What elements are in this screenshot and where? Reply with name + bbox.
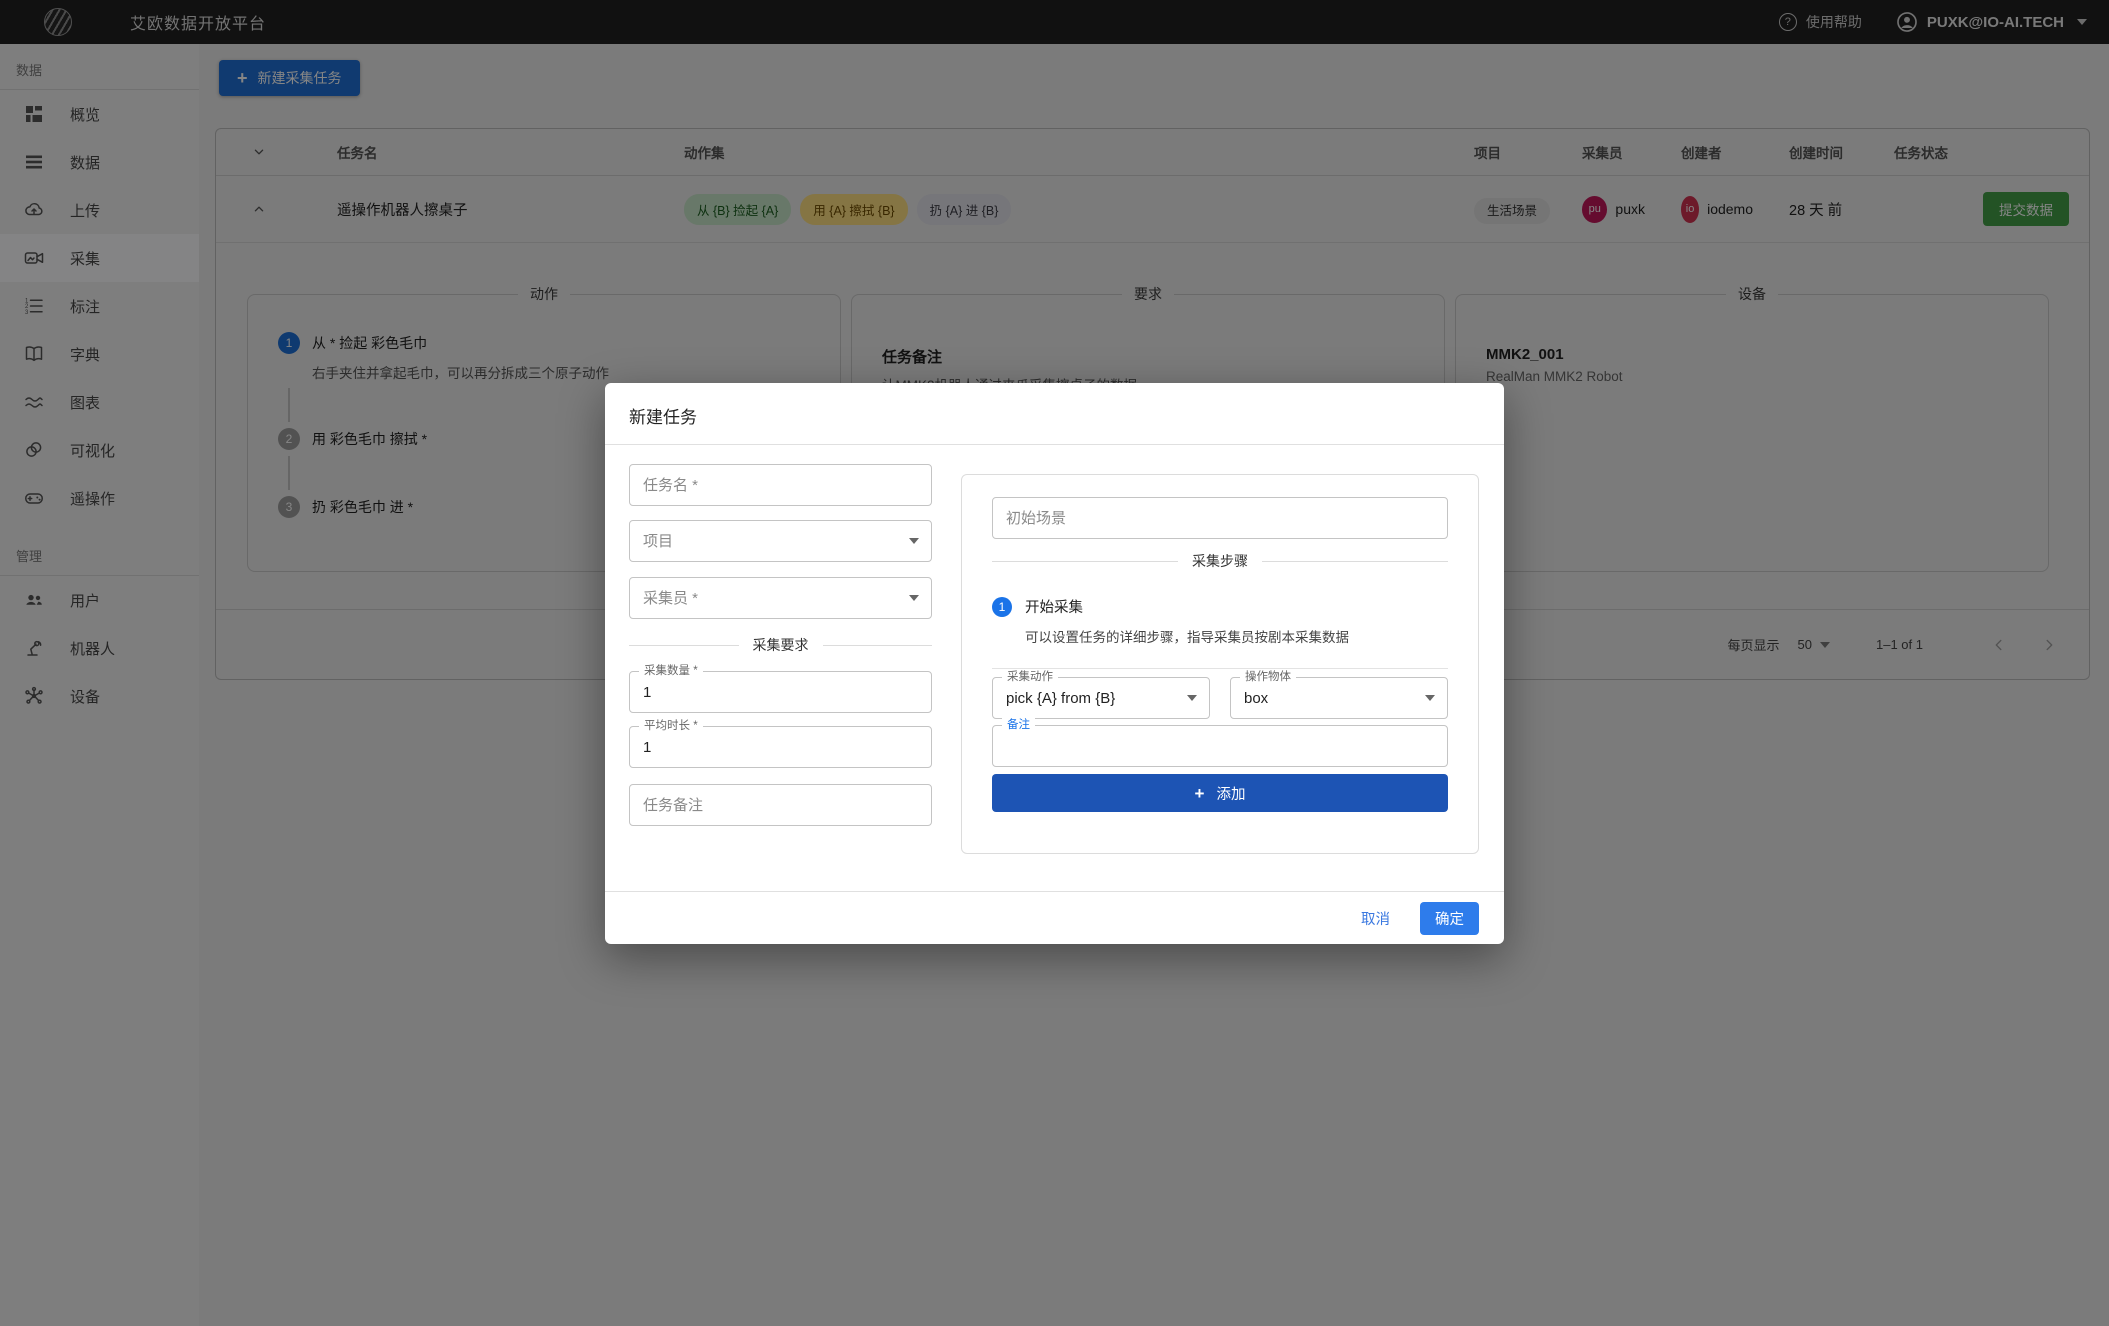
collect-action-label: 采集动作 — [1002, 670, 1058, 684]
step-number-badge: 1 — [992, 597, 1012, 617]
chevron-down-icon — [909, 538, 919, 544]
add-step-button[interactable]: + 添加 — [992, 774, 1448, 812]
target-object-label: 操作物体 — [1240, 670, 1296, 684]
collect-action-select[interactable]: 采集动作 — [992, 677, 1210, 719]
task-note-input[interactable] — [629, 784, 932, 826]
new-task-modal: 新建任务 采集要求 采集数量 * 平均时长 * — [605, 383, 1504, 944]
duration-label: 平均时长 * — [639, 719, 703, 733]
chevron-down-icon — [909, 595, 919, 601]
cancel-button[interactable]: 取消 — [1348, 901, 1403, 936]
modal-footer: 取消 确定 — [605, 891, 1504, 944]
divider — [992, 668, 1448, 669]
confirm-button[interactable]: 确定 — [1420, 902, 1479, 935]
initial-scene-input[interactable] — [992, 497, 1448, 539]
chevron-down-icon — [1425, 695, 1435, 701]
chevron-down-icon — [1187, 695, 1197, 701]
step-description: 可以设置任务的详细步骤，指导采集员按剧本采集数据 — [1025, 626, 1448, 646]
note-label: 备注 — [1002, 718, 1035, 732]
requirements-divider: 采集要求 — [629, 635, 932, 655]
target-object-select[interactable]: 操作物体 — [1230, 677, 1448, 719]
quantity-label: 采集数量 * — [639, 664, 703, 678]
task-name-input[interactable] — [629, 464, 932, 506]
modal-title: 新建任务 — [605, 383, 1504, 444]
collector-select[interactable] — [629, 577, 932, 619]
project-select-input[interactable] — [629, 520, 932, 562]
add-label: 添加 — [1216, 783, 1245, 804]
collect-steps-panel: 采集步骤 1 开始采集 可以设置任务的详细步骤，指导采集员按剧本采集数据 采集动… — [961, 474, 1479, 854]
note-input[interactable] — [992, 725, 1448, 767]
project-select[interactable] — [629, 520, 932, 562]
collector-select-input[interactable] — [629, 577, 932, 619]
plus-icon: + — [1195, 785, 1205, 802]
steps-divider: 采集步骤 — [992, 551, 1448, 571]
step-title: 开始采集 — [1025, 596, 1083, 617]
collect-step-1: 1 开始采集 — [992, 596, 1448, 617]
